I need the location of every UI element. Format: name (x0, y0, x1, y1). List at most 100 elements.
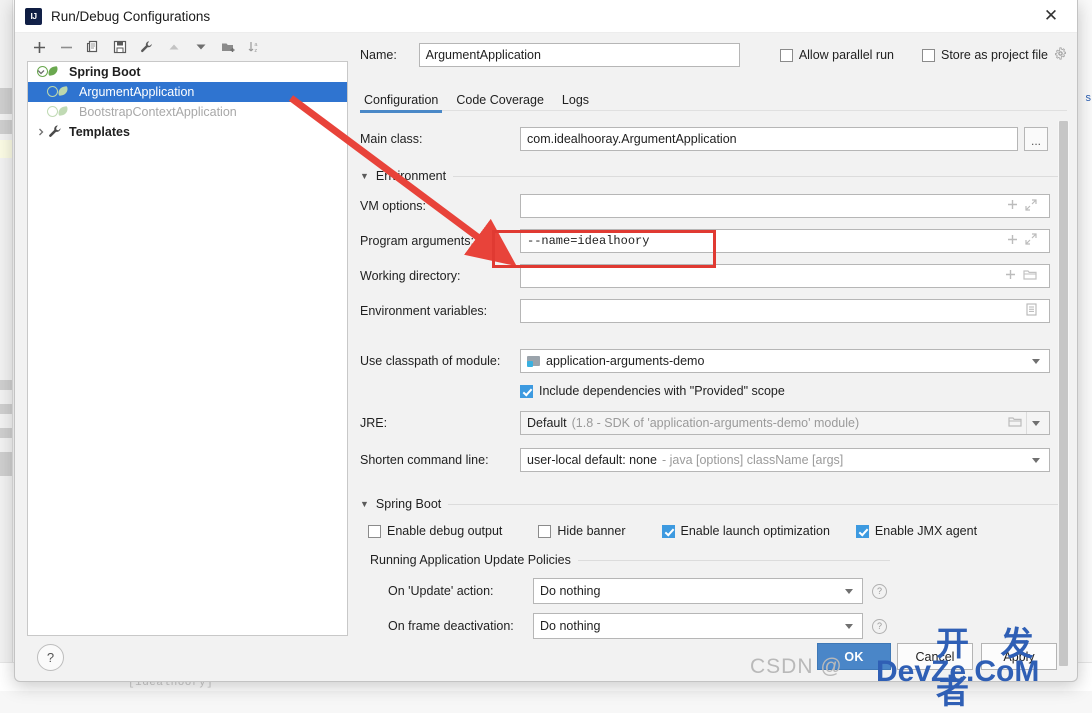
jre-select[interactable]: Default (1.8 - SDK of 'application-argum… (520, 411, 1050, 435)
expand-icon[interactable] (1025, 198, 1037, 214)
move-down-button[interactable] (189, 36, 213, 58)
on-update-action-select[interactable]: Do nothing (533, 578, 863, 604)
module-icon (527, 355, 541, 368)
enable-jmx-agent-label: Enable JMX agent (874, 524, 978, 538)
close-icon[interactable]: ✕ (1031, 2, 1071, 30)
shorten-command-line-select[interactable]: user-local default: none - java [options… (520, 448, 1050, 472)
tree-node-spring-boot[interactable]: Spring Boot (28, 62, 347, 82)
spring-boot-icon (37, 64, 64, 80)
name-label: Name: (360, 48, 397, 62)
help-icon[interactable]: ? (872, 618, 887, 634)
shorten-command-line-value: user-local default: none (527, 453, 657, 467)
tree-node-bootstrapcontextapplication[interactable]: BootstrapContextApplication (28, 102, 347, 122)
update-policies-title: Running Application Update Policies (370, 553, 571, 567)
chevron-down-icon[interactable] (1032, 358, 1040, 364)
gutter-marker (0, 428, 12, 438)
sort-configurations-button[interactable]: az (243, 36, 267, 58)
tab-logs[interactable]: Logs (562, 93, 589, 110)
scrollbar-thumb[interactable] (1059, 121, 1068, 666)
gutter-marker (0, 404, 12, 414)
jre-label: JRE: (360, 416, 388, 430)
store-as-project-file-label: Store as project file (941, 48, 1048, 62)
enable-launch-optimization-label: Enable launch optimization (680, 524, 830, 538)
use-classpath-of-module-value: application-arguments-demo (546, 354, 705, 368)
gear-icon[interactable] (1054, 47, 1067, 63)
name-input[interactable]: ArgumentApplication (418, 43, 740, 67)
tree-node-label: Templates (69, 125, 130, 139)
chevron-down-icon[interactable] (1032, 457, 1040, 463)
use-classpath-of-module-label: Use classpath of module: (360, 354, 501, 368)
list-icon[interactable] (1026, 303, 1037, 319)
help-icon[interactable]: ? (872, 583, 887, 599)
section-divider (453, 175, 1060, 177)
chevron-down-icon[interactable] (845, 588, 853, 594)
jre-hint: (1.8 - SDK of 'application-arguments-dem… (571, 416, 860, 430)
dialog-title: Run/Debug Configurations (51, 8, 211, 24)
on-frame-deactivation-label: On frame deactivation: (388, 619, 514, 633)
hide-banner-checkbox[interactable] (538, 524, 552, 538)
chevron-right-icon[interactable] (34, 125, 48, 139)
dialog-titlebar: Run/Debug Configurations ✕ (15, 0, 1077, 33)
add-configuration-button[interactable] (27, 36, 51, 58)
ok-button[interactable]: OK (817, 643, 891, 670)
store-as-project-file-checkbox[interactable] (922, 48, 935, 62)
chevron-down-icon[interactable] (845, 623, 853, 629)
chevron-down-icon[interactable] (1032, 420, 1040, 426)
include-provided-scope-label: Include dependencies with "Provided" sco… (539, 384, 785, 398)
plus-icon[interactable] (1005, 269, 1016, 283)
enable-jmx-agent-checkbox[interactable] (855, 524, 869, 538)
browse-main-class-button[interactable]: ... (1024, 127, 1048, 151)
jre-value: Default (527, 416, 567, 430)
dialog-footer: ? OK Cancel Apply (15, 636, 1077, 681)
allow-parallel-run-checkbox[interactable] (779, 48, 793, 62)
working-directory-label: Working directory: (360, 269, 461, 283)
enable-debug-output-checkbox[interactable] (368, 524, 381, 538)
background-link: s (1085, 92, 1092, 104)
new-folder-button[interactable] (216, 36, 240, 58)
folder-icon[interactable] (1023, 269, 1037, 284)
tree-node-templates[interactable]: Templates (28, 122, 347, 142)
collapse-environment-icon[interactable]: ▼ (360, 171, 369, 181)
plus-icon[interactable] (1007, 199, 1018, 213)
svg-text:z: z (254, 48, 257, 54)
tab-code-coverage[interactable]: Code Coverage (456, 93, 544, 110)
working-directory-input[interactable] (520, 264, 1050, 288)
tab-configuration[interactable]: Configuration (359, 93, 443, 113)
run-debug-configurations-dialog: Run/Debug Configurations ✕ (14, 0, 1078, 682)
include-provided-scope-checkbox[interactable] (520, 384, 533, 398)
section-divider (448, 503, 1060, 505)
main-class-input[interactable]: com.idealhooray.ArgumentApplication (520, 127, 1018, 151)
move-up-button[interactable] (162, 36, 186, 58)
save-configuration-button[interactable] (108, 36, 132, 58)
wrench-icon (48, 124, 64, 140)
shorten-command-line-label: Shorten command line: (360, 453, 489, 467)
configurations-tree[interactable]: Spring Boot ArgumentApplication Bootstra… (27, 61, 348, 636)
cancel-button[interactable]: Cancel (897, 643, 973, 670)
allow-parallel-run-label: Allow parallel run (798, 48, 894, 62)
help-button[interactable]: ? (37, 644, 64, 671)
copy-configuration-button[interactable] (81, 36, 105, 58)
environment-variables-input[interactable] (520, 299, 1050, 323)
edit-templates-wrench-icon[interactable] (135, 36, 159, 58)
use-classpath-of-module-select[interactable]: application-arguments-demo (520, 349, 1050, 373)
tree-node-argumentapplication[interactable]: ArgumentApplication (28, 82, 347, 102)
form-scrollbar[interactable] (1058, 121, 1069, 666)
spring-boot-icon (47, 104, 74, 120)
folder-icon[interactable] (1008, 416, 1022, 431)
environment-section-title: Environment (375, 169, 447, 183)
on-frame-deactivation-value: Do nothing (540, 619, 601, 633)
enable-launch-optimization-checkbox[interactable] (661, 524, 675, 538)
hide-banner-label: Hide banner (557, 524, 626, 538)
configurations-panel: az Spring Boot ArgumentApplication Boots… (23, 33, 348, 636)
apply-button[interactable]: Apply (981, 643, 1057, 670)
gutter-marker (0, 380, 12, 390)
vm-options-input[interactable] (520, 194, 1050, 218)
remove-configuration-button[interactable] (54, 36, 78, 58)
enable-debug-output-label: Enable debug output (387, 524, 503, 538)
collapse-spring-boot-icon[interactable]: ▼ (360, 499, 369, 509)
expand-icon[interactable] (1025, 233, 1037, 249)
program-arguments-input[interactable]: --name=idealhoory (520, 229, 1050, 253)
tree-node-label: ArgumentApplication (79, 85, 195, 99)
plus-icon[interactable] (1007, 234, 1018, 249)
program-arguments-label: Program arguments: (360, 234, 474, 248)
